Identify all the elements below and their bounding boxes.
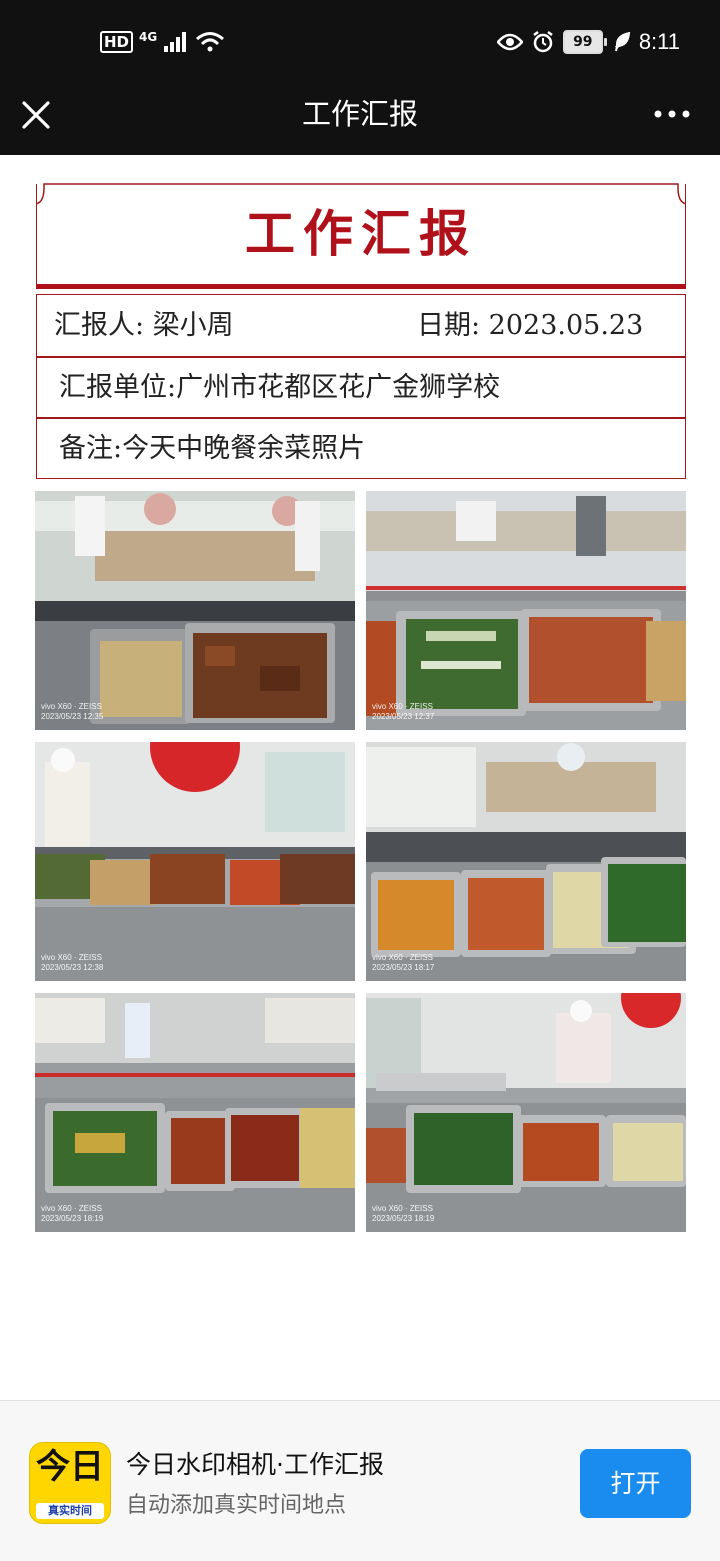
- photo-1-time: 2023/05/23 12:35: [41, 712, 104, 721]
- photo-1[interactable]: vivo X60 · ZEISS 2023/05/23 12:35: [35, 491, 355, 730]
- photo-6[interactable]: vivo X60 · ZEISS 2023/05/23 18:19: [366, 993, 686, 1232]
- photo-5[interactable]: vivo X60 · ZEISS 2023/05/23 18:19: [35, 993, 355, 1232]
- unit-row: 汇报单位:广州市花都区花广金狮学校: [36, 357, 686, 418]
- more-icon: [654, 110, 690, 118]
- title-divider: [36, 284, 686, 289]
- open-button[interactable]: 打开: [580, 1449, 691, 1518]
- wifi-icon: [196, 32, 225, 52]
- photo-2-time: 2023/05/23 12:37: [372, 712, 435, 721]
- photo-4-image: [366, 742, 686, 981]
- photo-3-image: [35, 742, 355, 981]
- photo-4[interactable]: vivo X60 · ZEISS 2023/05/23 18:17: [366, 742, 686, 981]
- photo-2[interactable]: vivo X60 · ZEISS 2023/05/23 12:37: [366, 491, 686, 730]
- note-text: 备注:今天中晚餐余菜照片: [59, 433, 366, 464]
- photo-1-brand: vivo X60 · ZEISS: [41, 702, 102, 711]
- network-type: 4G: [139, 30, 158, 44]
- photo-5-image: [35, 993, 355, 1232]
- photo-2-brand: vivo X60 · ZEISS: [372, 702, 433, 711]
- app-icon-subtext: 真实时间: [36, 1503, 104, 1519]
- reporter-text: 汇报人: 梁小周: [54, 310, 234, 341]
- app-icon-text: 今日: [36, 1447, 104, 1487]
- status-right: 99 8:11: [496, 26, 680, 58]
- unit-text: 汇报单位:广州市花都区花广金狮学校: [59, 372, 501, 403]
- photo-3-brand: vivo X60 · ZEISS: [41, 953, 102, 962]
- photo-4-brand: vivo X60 · ZEISS: [372, 953, 433, 962]
- photo-3[interactable]: vivo X60 · ZEISS 2023/05/23 12:38: [35, 742, 355, 981]
- photo-4-time: 2023/05/23 18:17: [372, 963, 435, 972]
- battery-indicator: 99: [562, 30, 607, 54]
- photo-5-brand: vivo X60 · ZEISS: [41, 1204, 102, 1213]
- photo-1-image: [35, 491, 355, 730]
- photo-2-image: [366, 491, 686, 730]
- battery-level: 99: [562, 30, 603, 54]
- date-text: 日期: 2023.05.23: [417, 310, 644, 341]
- photo-grid: vivo X60 · ZEISS 2023/05/23 12:35 vivo X6…: [35, 491, 687, 1233]
- note-row: 备注:今天中晚餐余菜照片: [36, 418, 686, 479]
- photo-6-brand: vivo X60 · ZEISS: [372, 1204, 433, 1213]
- eye-icon: [496, 33, 523, 51]
- more-button[interactable]: [652, 99, 692, 129]
- photo-5-time: 2023/05/23 18:19: [41, 1214, 104, 1223]
- app-description: 自动添加真实时间地点: [126, 1493, 347, 1518]
- photo-6-time: 2023/05/23 18:19: [372, 1214, 435, 1223]
- page-title: 工作汇报: [301, 97, 418, 131]
- signal-icon: [164, 32, 187, 52]
- nav-bar: 工作汇报: [0, 84, 720, 155]
- clock: 8:11: [638, 29, 680, 54]
- photo-6-image: [366, 993, 686, 1232]
- photo-3-time: 2023/05/23 12:38: [41, 963, 104, 972]
- app-name: 今日水印相机·工作汇报: [126, 1450, 384, 1479]
- status-left: HD 4G: [100, 28, 225, 56]
- hd-badge: HD: [100, 31, 134, 53]
- app-icon[interactable]: 今日 真实时间: [29, 1442, 111, 1524]
- app-banner: 今日 真实时间 今日水印相机·工作汇报 自动添加真实时间地点 打开: [0, 1400, 720, 1561]
- reporter-row: 汇报人: 梁小周 日期: 2023.05.23: [36, 294, 686, 357]
- status-bar: HD 4G 99 8:11: [0, 0, 720, 84]
- alarm-icon: [533, 31, 553, 53]
- report-title: 工作汇报: [245, 204, 477, 263]
- leaf-icon: [614, 32, 630, 52]
